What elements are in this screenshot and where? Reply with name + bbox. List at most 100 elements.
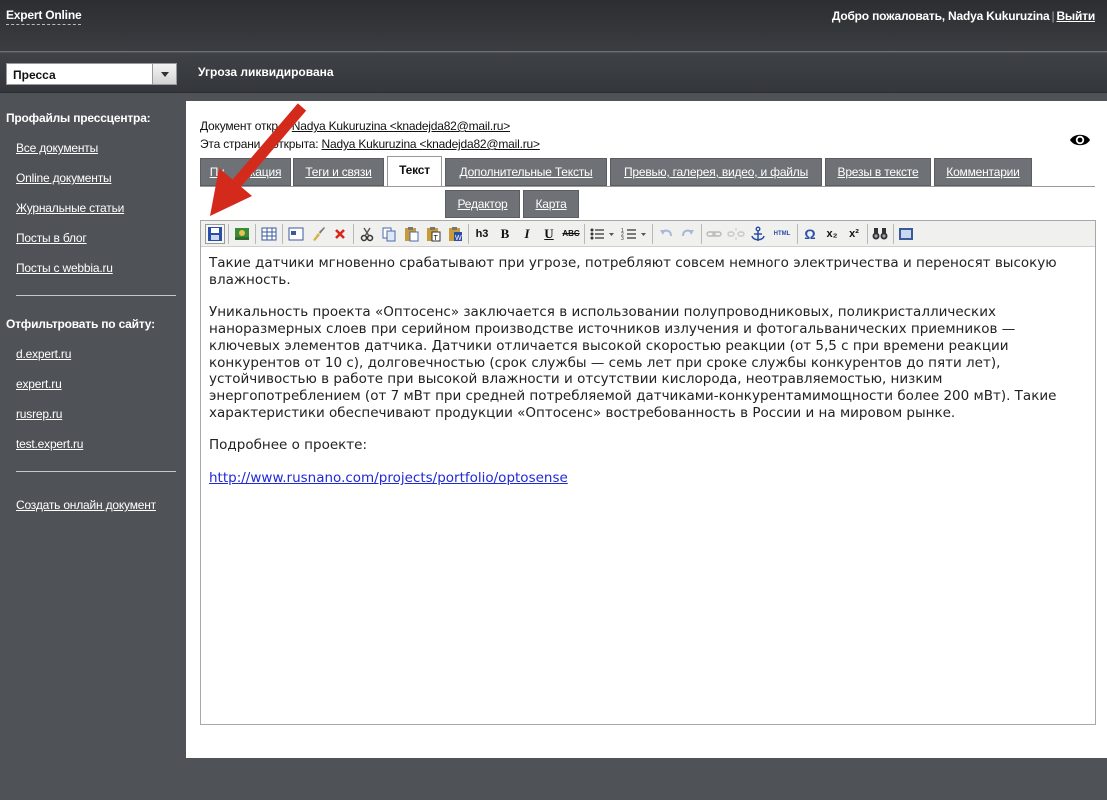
remove-format-button[interactable] (330, 224, 350, 244)
logout-link[interactable]: Выйти (1056, 9, 1095, 23)
sidebar-divider (16, 471, 176, 472)
subscript-button[interactable]: x₂ (822, 224, 842, 244)
bold-button[interactable]: B (495, 224, 515, 244)
binoculars-icon (872, 228, 888, 240)
sidebar-link-site-rusrep[interactable]: rusrep.ru (16, 407, 62, 421)
sidebar-link-journal-articles[interactable]: Журнальные статьи (16, 201, 124, 215)
template-icon (288, 227, 304, 241)
strikethrough-button[interactable]: ABC (561, 224, 581, 244)
page-opened-label-suffix: открыта: (272, 137, 319, 151)
page-title: Угроза ликвидирована (198, 65, 334, 79)
subtab-map[interactable]: Карта (523, 190, 579, 218)
cut-button[interactable] (357, 224, 377, 244)
template-button[interactable] (286, 224, 306, 244)
chevron-down-icon[interactable] (152, 64, 176, 84)
tab-inserts[interactable]: Врезы в тексте (825, 158, 931, 186)
sidebar-link-site-d-expert[interactable]: d.expert.ru (16, 347, 71, 361)
content-paragraph: Уникальность проекта «Оптосенс» заключае… (209, 304, 1057, 421)
paste-text-icon: T (427, 227, 441, 242)
document-opened-info: Документ откр Nadya Kukuruzina <knadejda8… (200, 119, 510, 133)
scissors-icon (360, 227, 374, 242)
undo-button[interactable] (656, 224, 676, 244)
tab-publication-label-suffix: кация (249, 165, 282, 179)
welcome-area: Добро пожаловать, Nadya Kukuruzina | Выйти (831, 9, 1095, 23)
sidebar-link-blog-posts[interactable]: Посты в блог (16, 231, 87, 245)
sidebar: Профайлы прессцентра: Все документы Onli… (0, 94, 186, 800)
tab-publication[interactable]: Пу кация (200, 158, 291, 186)
content-paragraph: Подробнее о проекте: (209, 437, 368, 454)
bullet-list-button[interactable] (587, 224, 617, 244)
toolbar-separator (353, 224, 354, 244)
superscript-button[interactable]: x² (844, 224, 864, 244)
paste-text-button[interactable]: T (423, 224, 443, 244)
subtab-editor[interactable]: Редактор (445, 190, 520, 218)
tab-text[interactable]: Текст (387, 156, 442, 187)
save-icon (208, 227, 222, 241)
svg-text:W: W (455, 235, 462, 242)
toolbar-separator (701, 224, 702, 244)
tab-publication-label: Пу (209, 165, 224, 179)
tab-divider (200, 186, 1095, 187)
cleanup-button[interactable] (308, 224, 328, 244)
toolbar-separator (652, 224, 653, 244)
rich-text-editor[interactable]: T W h3 B I U ABC 123 HTML Ω x₂ x² Такие … (200, 220, 1096, 725)
toolbar-separator (867, 224, 868, 244)
svg-text:3: 3 (621, 236, 624, 242)
html-source-button[interactable]: HTML (770, 224, 794, 244)
brand-logo[interactable]: Expert Online (6, 8, 82, 25)
main-panel: Документ откр Nadya Kukuruzina <knadejda8… (186, 101, 1107, 758)
tab-tags-links[interactable]: Теги и связи (293, 158, 384, 186)
project-link[interactable]: http://www.rusnano.com/projects/portfoli… (209, 470, 568, 486)
sidebar-link-webbia-posts[interactable]: Посты с webbia.ru (16, 261, 113, 275)
redo-button[interactable] (678, 224, 698, 244)
anchor-button[interactable] (748, 224, 768, 244)
sidebar-link-create-online-document[interactable]: Создать онлайн документ (16, 498, 156, 512)
content-paragraph: Такие датчики мгновенно срабатывают при … (209, 255, 1057, 288)
document-opened-user-link[interactable]: Nadya Kukuruzina <knadejda82@mail.ru> (292, 119, 510, 133)
insert-image-button[interactable] (232, 224, 252, 244)
svg-text:T: T (434, 235, 439, 242)
toolbar-separator (282, 224, 283, 244)
welcome-text: Добро пожаловать, Nadya Kukuruzina (831, 9, 1050, 23)
eye-icon[interactable] (1069, 131, 1091, 149)
page-opened-user-link[interactable]: Nadya Kukuruzina <knadejda82@mail.ru> (322, 137, 540, 151)
sidebar-profiles-heading: Профайлы прессцентра: (6, 111, 151, 125)
paste-button[interactable] (401, 224, 421, 244)
clipboard-icon (405, 227, 419, 242)
sidebar-link-all-documents[interactable]: Все документы (16, 141, 98, 155)
underline-button[interactable]: U (539, 224, 559, 244)
copy-button[interactable] (379, 224, 399, 244)
brush-icon (313, 227, 325, 241)
page-opened-info: Эта страни открыта: Nadya Kukuruzina <kna… (200, 137, 540, 151)
fullscreen-button[interactable] (896, 224, 916, 244)
anchor-icon (751, 226, 765, 241)
undo-icon (660, 229, 672, 237)
sidebar-link-site-expert[interactable]: expert.ru (16, 377, 62, 391)
tab-additional-texts[interactable]: Дополнительные Тексты (445, 158, 607, 186)
insert-link-button[interactable] (704, 224, 724, 244)
numbered-list-button[interactable]: 123 (619, 224, 649, 244)
table-icon (261, 227, 277, 241)
editor-content[interactable]: Такие датчики мгновенно срабатывают при … (209, 255, 1089, 503)
section-select-value: Пресса (13, 68, 56, 82)
sidebar-link-online-documents[interactable]: Online документы (16, 171, 112, 185)
unlink-button[interactable] (726, 224, 746, 244)
toolbar-separator (468, 224, 469, 244)
insert-table-button[interactable] (259, 224, 279, 244)
save-button[interactable] (205, 224, 225, 244)
tab-comments[interactable]: Комментарии (934, 158, 1032, 186)
toolbar-separator (584, 224, 585, 244)
paste-word-icon: W (449, 227, 462, 242)
find-button[interactable] (870, 224, 890, 244)
tab-preview-gallery[interactable]: Превью, галерея, видео, и файлы (610, 158, 822, 186)
heading3-button[interactable]: h3 (471, 224, 493, 244)
paste-word-button[interactable]: W (445, 224, 465, 244)
toolbar-bar: Пресса Угроза ликвидирована (0, 53, 1107, 93)
sidebar-link-site-test-expert[interactable]: test.expert.ru (16, 437, 83, 451)
italic-button[interactable]: I (517, 224, 537, 244)
copy-icon (382, 227, 396, 242)
sidebar-filter-heading: Отфильтровать по сайту: (6, 317, 155, 331)
toolbar-separator (893, 224, 894, 244)
special-char-button[interactable]: Ω (800, 224, 820, 244)
section-select[interactable]: Пресса (6, 63, 177, 85)
